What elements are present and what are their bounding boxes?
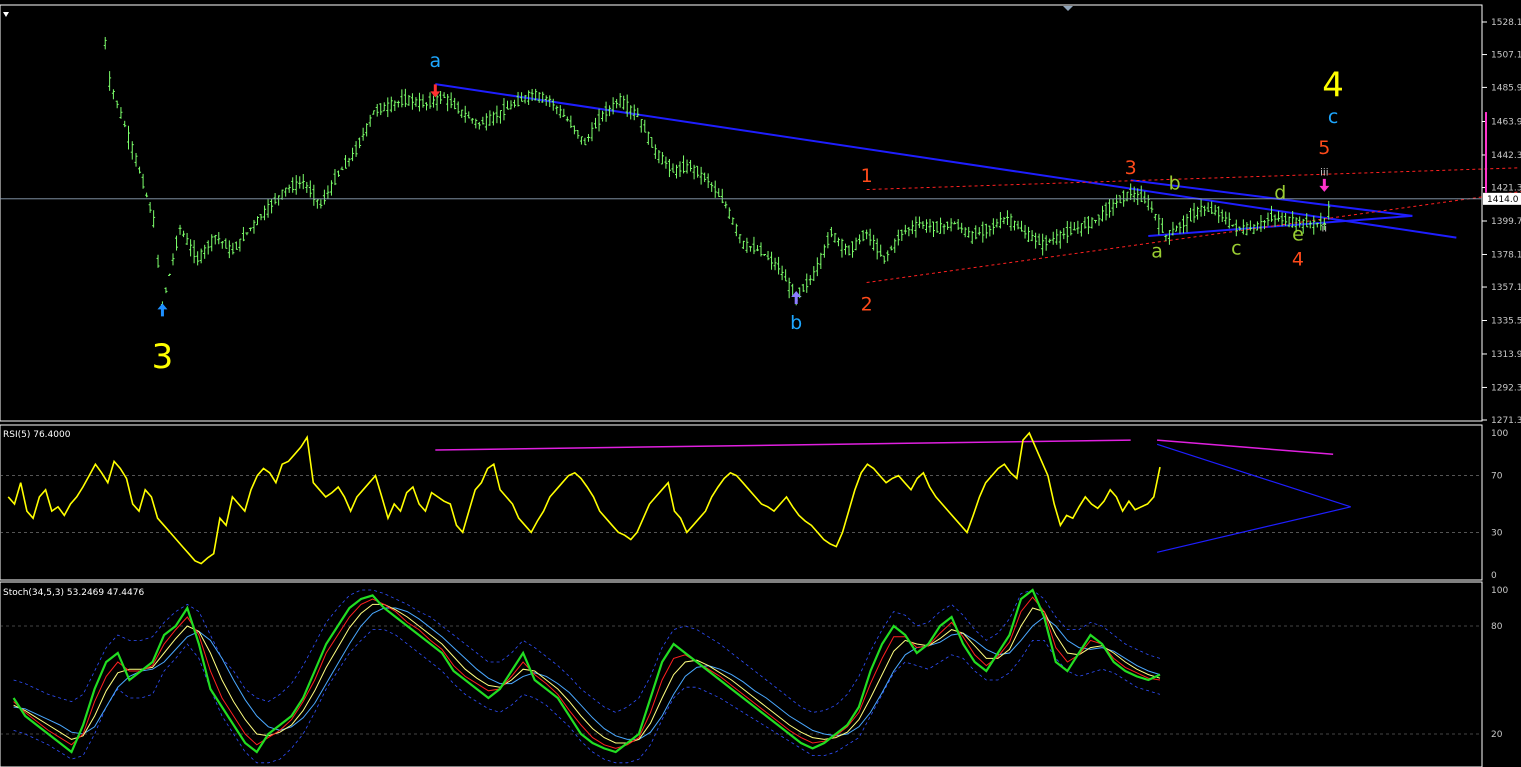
wave-label: ii [1322, 223, 1328, 234]
price-tick-label: 1271.30 [1491, 416, 1521, 426]
indicator-tick-label: 80 [1491, 622, 1503, 632]
trading-chart[interactable]: 1528.101507.101485.901463.901442.301421.… [0, 0, 1521, 767]
wave-label: b [790, 312, 802, 334]
wave-label: 3 [152, 337, 174, 377]
wave-label: 5 [1318, 137, 1330, 159]
wave-label: e [1292, 224, 1304, 246]
wave-label: c [1328, 106, 1338, 128]
price-tick-label: 1292.30 [1491, 383, 1521, 393]
indicator-tick-label: 0 [1491, 571, 1497, 581]
stoch-title: Stoch(34,5,3) 53.2469 47.4476 [3, 588, 144, 598]
price-panel [0, 4, 1483, 422]
rsi-title: RSI(5) 76.4000 [3, 430, 71, 440]
wave-label: 1 [861, 165, 873, 187]
indicator-tick-label: 100 [1491, 429, 1508, 439]
price-tick-label: 1463.90 [1491, 118, 1521, 128]
price-tick-label: 1357.10 [1491, 283, 1521, 293]
wave-label: a [1151, 241, 1163, 263]
indicator-tick-label: 70 [1491, 472, 1503, 482]
price-axis: 1528.101507.101485.901463.901442.301421.… [1482, 18, 1521, 426]
wave-label: 4 [1292, 248, 1304, 270]
rsi-axis: 100 70 30 0 [1491, 429, 1508, 581]
price-tick-label: 1313.90 [1491, 350, 1521, 360]
wave-label: iii [1320, 168, 1328, 179]
price-tick-label: 1399.70 [1491, 217, 1521, 227]
wave-label: d [1274, 182, 1286, 204]
price-tick-label: 1378.10 [1491, 250, 1521, 260]
price-tick-label: 1335.50 [1491, 317, 1521, 327]
wave-label: 4 [1322, 66, 1344, 106]
indicator-tick-label: 100 [1491, 586, 1508, 596]
wave-label: a [429, 50, 441, 72]
price-tick-label: 1442.30 [1491, 151, 1521, 161]
price-tick-label: 1485.90 [1491, 83, 1521, 93]
indicator-tick-label: 30 [1491, 528, 1503, 538]
price-tick-label: 1528.10 [1491, 18, 1521, 28]
price-tick-label: 1507.10 [1491, 51, 1521, 61]
indicator-tick-label: 20 [1491, 730, 1503, 740]
wave-label: 2 [861, 293, 873, 315]
current-price-label: 1414.0 [1487, 195, 1519, 205]
stoch-panel [0, 581, 1483, 767]
wave-label: b [1169, 173, 1181, 195]
stoch-axis: 100 80 20 [1491, 586, 1508, 740]
wave-label: c [1231, 238, 1241, 260]
wave-label: 3 [1125, 157, 1137, 179]
